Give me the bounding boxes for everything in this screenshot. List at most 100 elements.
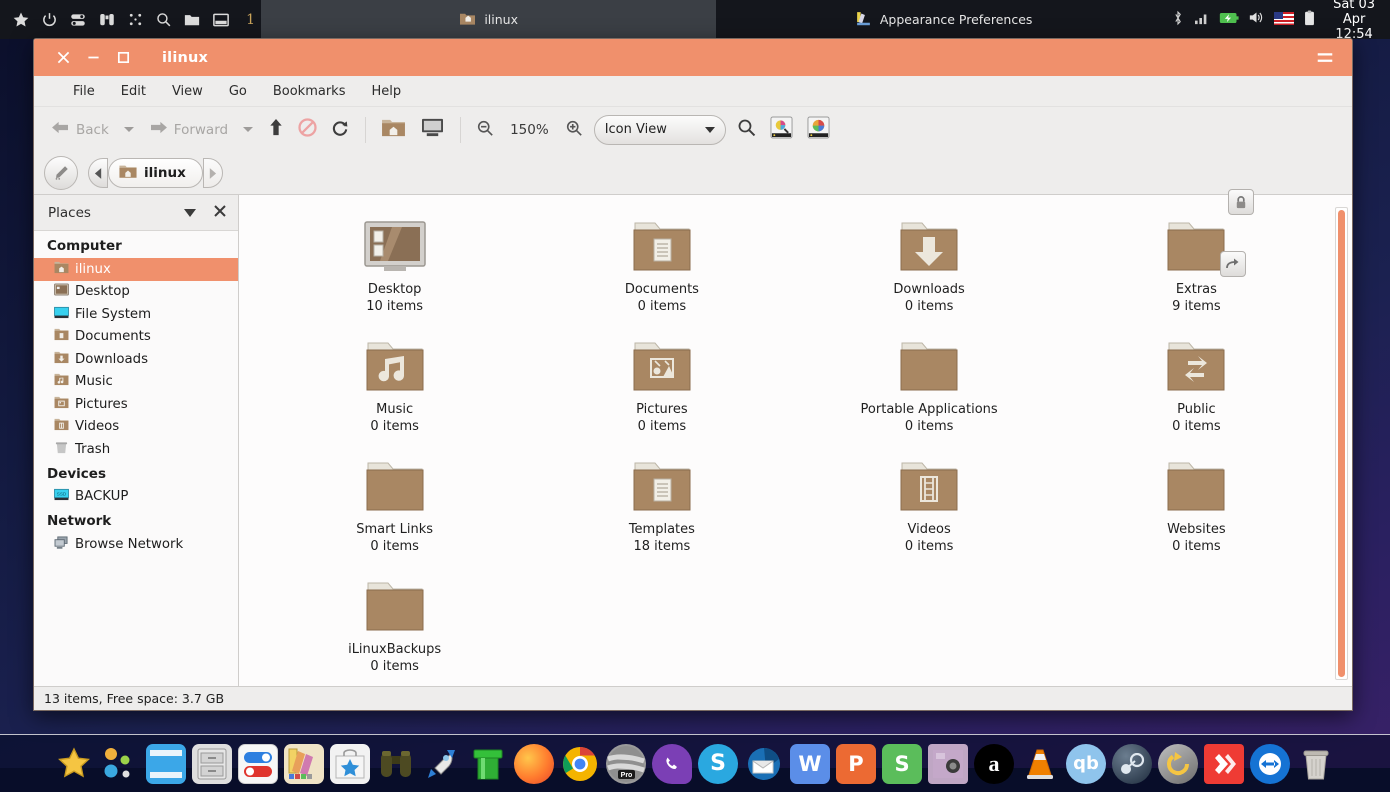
chevron-right-icon[interactable] <box>202 158 223 188</box>
pencil-path-icon[interactable] <box>44 156 78 190</box>
forward-button[interactable]: Forward <box>142 115 235 144</box>
chevron-down-icon[interactable] <box>184 205 196 221</box>
stop-button[interactable] <box>291 113 324 146</box>
dock-item-firefox[interactable] <box>513 743 555 785</box>
menu-edit[interactable]: Edit <box>108 80 159 103</box>
sidebar-item-file-system[interactable]: File System <box>34 303 238 326</box>
dock-item-menu-launcher[interactable] <box>53 743 95 785</box>
dock-item-impress[interactable]: P <box>835 743 877 785</box>
file-item-desktop[interactable]: Desktop 10 items <box>261 207 528 327</box>
computer-button[interactable] <box>413 112 452 147</box>
dock-item-rocket-launcher[interactable] <box>421 743 463 785</box>
dock-item-thunderbird[interactable] <box>743 743 785 785</box>
zoom-out-button[interactable] <box>469 114 501 146</box>
sidebar-item-pictures[interactable]: Pictures <box>34 393 238 416</box>
view-mode-dropdown[interactable]: Icon View <box>593 114 726 145</box>
workspace-indicator[interactable]: 1 <box>240 12 261 28</box>
image-search-button[interactable] <box>763 111 800 148</box>
dock-item-trash[interactable] <box>1295 743 1337 785</box>
back-button[interactable]: Back <box>44 115 116 144</box>
file-item-portable-applications[interactable]: Portable Applications 0 items <box>796 327 1063 447</box>
sidebar-item-videos[interactable]: Videos <box>34 416 238 439</box>
dock-item-amazon[interactable]: a <box>973 743 1015 785</box>
close-icon[interactable] <box>214 204 226 221</box>
color-wheel-button[interactable] <box>800 111 837 148</box>
dock-item-settings-toggles[interactable] <box>237 743 279 785</box>
dock-item-photo-viewer[interactable] <box>927 743 969 785</box>
dock-item-file-cabinet[interactable] <box>191 743 233 785</box>
dock-item-writer[interactable]: W <box>789 743 831 785</box>
battery-icon[interactable] <box>1219 10 1239 29</box>
sidebar-item-ilinux[interactable]: ilinux <box>34 258 238 281</box>
file-item-templates[interactable]: Templates 18 items <box>528 447 795 567</box>
dock-item-file-browser[interactable] <box>145 743 187 785</box>
reload-button[interactable] <box>324 113 357 146</box>
folder-icon[interactable] <box>183 11 201 29</box>
dock-item-vlc[interactable] <box>1019 743 1061 785</box>
files-pane[interactable]: Desktop 10 items Documents 0 items Downl… <box>239 189 1352 687</box>
file-item-documents[interactable]: Documents 0 items <box>528 207 795 327</box>
star-icon[interactable] <box>12 11 30 29</box>
dock-item-qbittorrent[interactable]: qb <box>1065 743 1107 785</box>
sidebar-item-browse-network[interactable]: Browse Network <box>34 533 238 556</box>
dock-item-google-chrome[interactable] <box>559 743 601 785</box>
zoom-in-button[interactable] <box>558 114 590 146</box>
menu-help[interactable]: Help <box>358 80 414 103</box>
back-history-caret-icon[interactable] <box>123 127 134 132</box>
file-item-pictures[interactable]: Pictures 0 items <box>528 327 795 447</box>
window-icon[interactable] <box>212 11 230 29</box>
menu-file[interactable]: File <box>60 80 108 103</box>
switch-user-icon[interactable] <box>69 11 87 29</box>
file-item-public[interactable]: Public 0 items <box>1063 327 1330 447</box>
close-button[interactable] <box>48 43 78 73</box>
file-item-websites[interactable]: Websites 0 items <box>1063 447 1330 567</box>
file-item-extras[interactable]: Extras 9 items <box>1063 189 1330 327</box>
search-button[interactable] <box>730 113 763 146</box>
dock-item-color-palette[interactable] <box>283 743 325 785</box>
dock-item-steam[interactable] <box>1111 743 1153 785</box>
file-item-smart-links[interactable]: Smart Links 0 items <box>261 447 528 567</box>
home-button[interactable] <box>374 112 413 147</box>
clock[interactable]: Sat 03 Apr 12:54 <box>1322 0 1390 42</box>
dock-item-anydesk[interactable] <box>1203 743 1245 785</box>
up-button[interactable] <box>261 113 291 146</box>
file-item-videos[interactable]: Videos 0 items <box>796 447 1063 567</box>
hamburger-menu-icon[interactable] <box>1310 43 1340 73</box>
task-button-ilinux[interactable]: ilinux <box>261 0 717 39</box>
file-item-music[interactable]: Music 0 items <box>261 327 528 447</box>
sidebar-item-backup[interactable]: SSD BACKUP <box>34 486 238 509</box>
apps-grid-icon[interactable] <box>127 11 144 28</box>
sidebar-item-music[interactable]: Music <box>34 371 238 394</box>
sidebar-item-documents[interactable]: Documents <box>34 326 238 349</box>
flag-us-icon[interactable] <box>1274 10 1295 29</box>
scrollbar-thumb[interactable] <box>1338 210 1345 677</box>
chevron-left-icon[interactable] <box>88 158 108 188</box>
window-titlebar[interactable]: ilinux <box>34 39 1352 76</box>
sidebar-item-trash[interactable]: Trash <box>34 438 238 461</box>
sidebar-item-downloads[interactable]: Downloads <box>34 348 238 371</box>
vertical-scrollbar[interactable] <box>1335 207 1348 680</box>
menu-view[interactable]: View <box>159 80 216 103</box>
task-button-appearance[interactable]: Appearance Preferences <box>716 0 1171 39</box>
file-item-ilinuxbackups[interactable]: iLinuxBackups 0 items <box>261 567 528 687</box>
volume-icon[interactable] <box>1248 10 1265 29</box>
dock-item-binoculars-search[interactable] <box>375 743 417 785</box>
sidebar-item-desktop[interactable]: Desktop <box>34 281 238 304</box>
dock-item-opera-pro[interactable]: Pro <box>605 743 647 785</box>
maximize-button[interactable] <box>108 43 138 73</box>
dock-item-teamviewer[interactable] <box>1249 743 1291 785</box>
dock-item-timeshift[interactable] <box>1157 743 1199 785</box>
dock-item-app-grid[interactable] <box>99 743 141 785</box>
breadcrumb-ilinux[interactable]: ilinux <box>108 158 203 188</box>
menu-go[interactable]: Go <box>216 80 260 103</box>
file-item-downloads[interactable]: Downloads 0 items <box>796 207 1063 327</box>
dock-item-viber[interactable] <box>651 743 693 785</box>
bluetooth-icon[interactable] <box>1171 10 1185 30</box>
clipboard-icon[interactable] <box>1303 9 1316 30</box>
forward-history-caret-icon[interactable] <box>243 127 254 132</box>
signal-icon[interactable] <box>1194 10 1210 29</box>
search-icon[interactable] <box>155 11 172 28</box>
minimize-button[interactable] <box>78 43 108 73</box>
binoculars-icon[interactable] <box>98 11 116 29</box>
dock-item-green-pipe[interactable] <box>467 743 509 785</box>
